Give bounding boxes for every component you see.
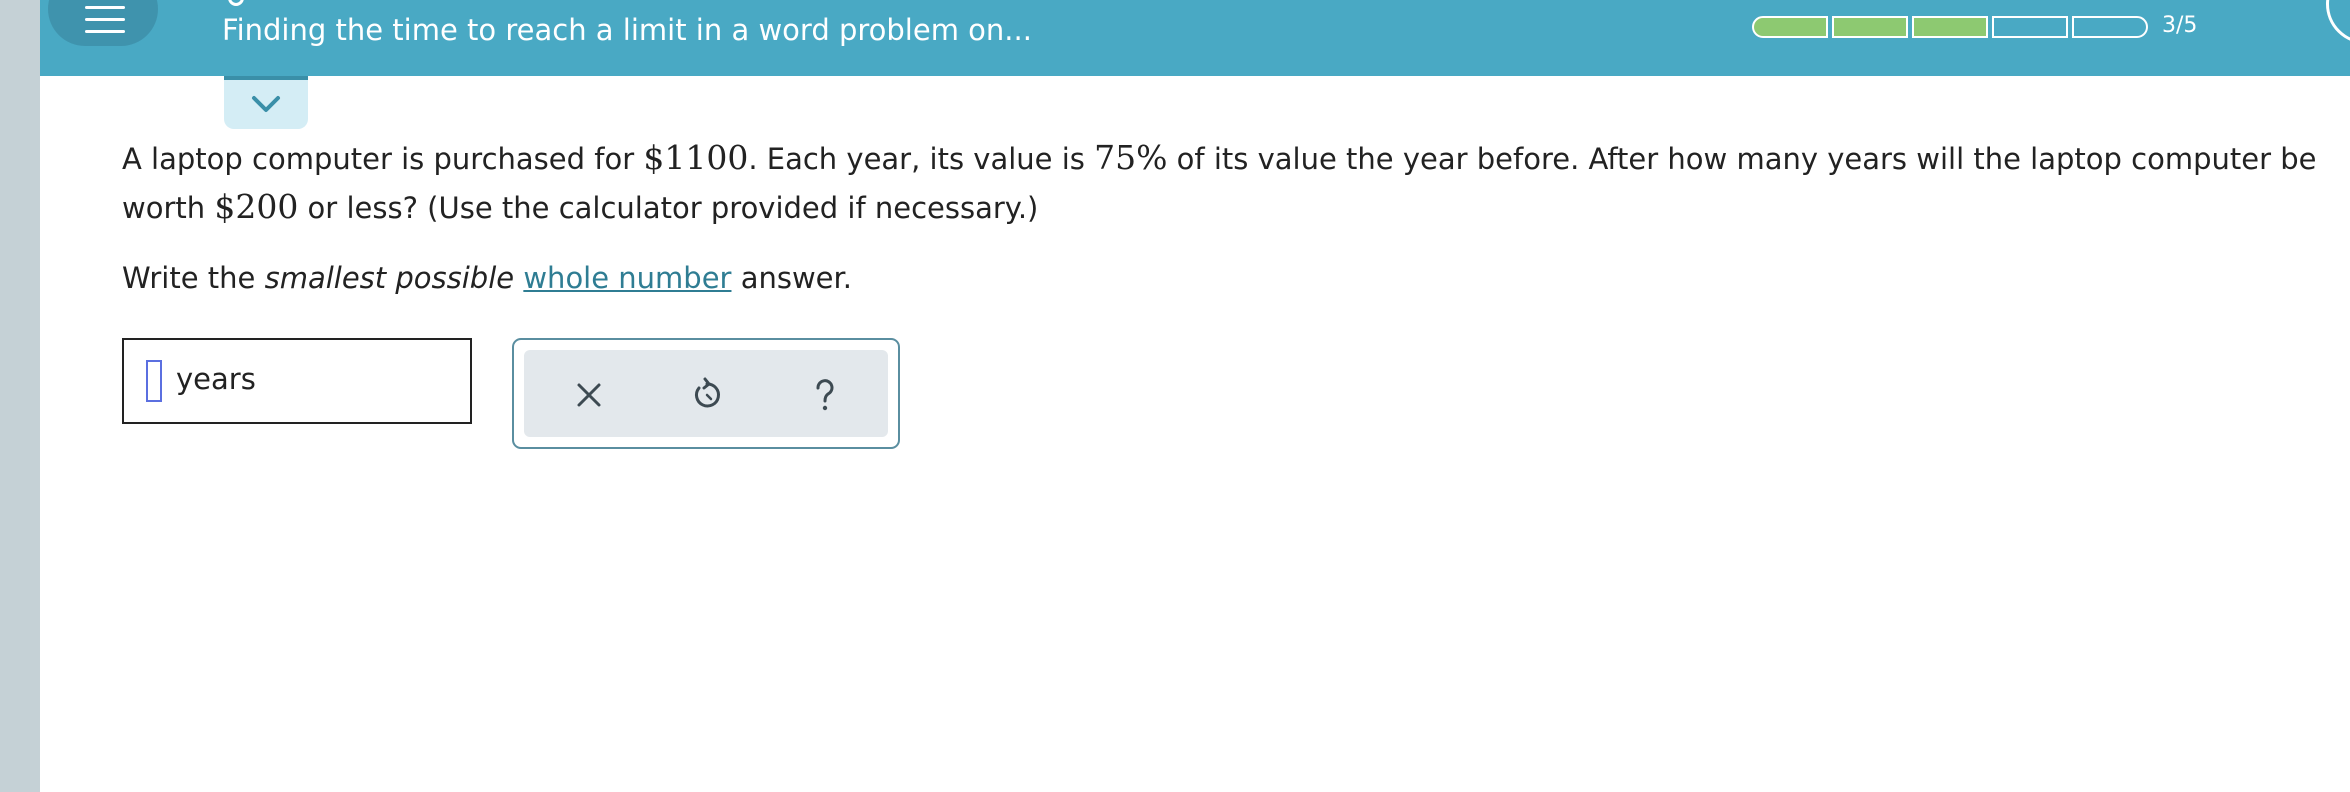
topic-title: Finding the time to reach a limit in a w…	[222, 13, 1032, 47]
whole-number-link[interactable]: whole number	[523, 261, 731, 295]
answer-tools-panel	[512, 338, 900, 449]
progress-segment	[1992, 16, 2068, 38]
hamburger-menu-icon	[85, 6, 125, 9]
progress-count: 3/5	[2162, 13, 2198, 38]
progress-segment	[1752, 16, 1828, 38]
collapse-header-button[interactable]	[224, 76, 308, 129]
instruction-text: answer.	[731, 261, 853, 295]
instruction-text: Write the	[122, 261, 265, 295]
problem-text: . Each year, its value is	[748, 142, 1095, 176]
menu-button[interactable]	[48, 0, 158, 46]
target-value: $200	[214, 187, 299, 226]
help-button[interactable]	[803, 373, 847, 417]
progress-bar	[1752, 16, 2148, 38]
instruction-space	[514, 261, 523, 295]
tools-button-group	[524, 350, 888, 437]
problem-text: or less? (Use the calculator provided if…	[298, 191, 1039, 225]
answer-instruction: Write the smallest possible whole number…	[122, 254, 852, 302]
problem-text: A laptop computer is purchased for	[122, 142, 644, 176]
clear-button[interactable]	[567, 373, 611, 417]
hamburger-menu-icon	[85, 18, 125, 21]
answer-cursor[interactable]	[146, 360, 162, 402]
unit-label: years	[176, 362, 256, 396]
problem-statement: A laptop computer is purchased for $1100…	[122, 134, 2342, 232]
progress-segment	[1912, 16, 1988, 38]
chevron-down-icon	[252, 96, 280, 112]
left-sidebar-strip	[0, 0, 40, 792]
answer-input[interactable]: years	[122, 338, 472, 424]
hamburger-menu-icon	[85, 30, 125, 33]
instruction-emphasis: smallest possible	[264, 261, 515, 295]
progress-segment	[1832, 16, 1908, 38]
undo-button[interactable]	[685, 373, 729, 417]
question-mark-icon	[816, 379, 834, 411]
price-value: $1100	[643, 138, 749, 177]
progress-segment	[2072, 16, 2148, 38]
undo-icon	[695, 377, 720, 408]
close-icon	[577, 383, 601, 407]
percent-value: 75%	[1094, 138, 1168, 177]
